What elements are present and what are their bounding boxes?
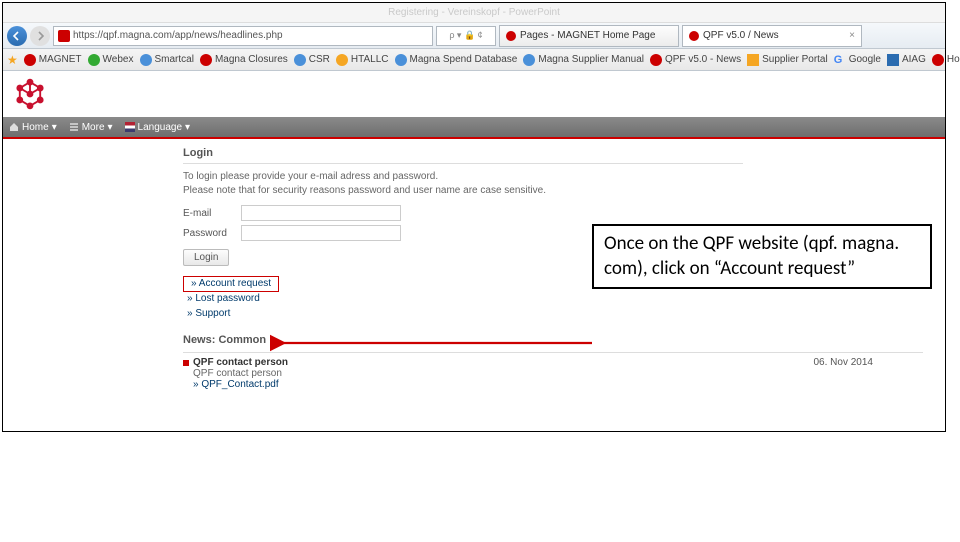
link-account-request[interactable]: Account request bbox=[187, 277, 275, 290]
address-tools[interactable]: ρ ▾ 🔒 ¢ bbox=[436, 26, 496, 46]
chevron-down-icon: ▾ bbox=[185, 122, 190, 133]
chevron-down-icon: ▾ bbox=[108, 122, 113, 133]
email-field[interactable] bbox=[241, 205, 401, 221]
address-bar[interactable]: https://qpf.magna.com/app/news/headlines… bbox=[53, 26, 433, 46]
fav-webex[interactable]: Webex bbox=[88, 54, 134, 66]
tab-label: QPF v5.0 / News bbox=[703, 30, 779, 41]
link-support[interactable]: Support bbox=[183, 307, 343, 320]
ie-icon bbox=[294, 54, 306, 66]
fav-aiag[interactable]: AIAG bbox=[887, 54, 926, 66]
fav-ho[interactable]: Ho bbox=[932, 54, 960, 66]
news-item-link[interactable]: QPF_Contact.pdf bbox=[193, 379, 288, 390]
link-lost-password[interactable]: Lost password bbox=[183, 292, 343, 305]
login-instructions: To login please provide your e-mail adre… bbox=[183, 170, 945, 197]
news-item-heading: QPF contact person bbox=[183, 357, 288, 368]
window-titlebar: Registering - Vereinskopf - PowerPoint bbox=[3, 3, 945, 23]
password-label: Password bbox=[183, 228, 235, 239]
red-ball-icon bbox=[932, 54, 944, 66]
background-app-title: Registering - Vereinskopf - PowerPoint bbox=[388, 7, 560, 18]
fav-spend-db[interactable]: Magna Spend Database bbox=[395, 54, 518, 66]
fav-smartcal[interactable]: Smartcal bbox=[140, 54, 194, 66]
ie-icon bbox=[395, 54, 407, 66]
orange-sq-icon bbox=[747, 54, 759, 66]
tab-magnet-home[interactable]: Pages - MAGNET Home Page bbox=[499, 25, 679, 47]
news-section: News: Common QPF contact person QPF cont… bbox=[183, 334, 883, 390]
instruction-callout: Once on the QPF website (qpf. magna. com… bbox=[592, 224, 932, 289]
flag-icon bbox=[125, 122, 135, 132]
ie-icon bbox=[140, 54, 152, 66]
news-item-sub: QPF contact person bbox=[193, 368, 288, 379]
tab-label: Pages - MAGNET Home Page bbox=[520, 30, 655, 41]
url-text: https://qpf.magna.com/app/news/headlines… bbox=[73, 30, 283, 41]
favorites-bar: ★ MAGNET Webex Smartcal Magna Closures C… bbox=[3, 49, 945, 71]
home-icon bbox=[9, 122, 19, 132]
google-icon: G bbox=[834, 54, 846, 66]
news-heading: News: Common bbox=[183, 334, 266, 346]
red-ball-icon bbox=[200, 54, 212, 66]
fav-htallc[interactable]: HTALLC bbox=[336, 54, 389, 66]
bullet-icon bbox=[183, 360, 189, 366]
email-label: E-mail bbox=[183, 208, 235, 219]
fav-magna-closures[interactable]: Magna Closures bbox=[200, 54, 288, 66]
menu-more[interactable]: More ▾ bbox=[69, 122, 113, 133]
fav-magnet[interactable]: MAGNET bbox=[24, 54, 82, 66]
news-item-date: 06. Nov 2014 bbox=[814, 357, 884, 390]
fav-supplier-manual[interactable]: Magna Supplier Manual bbox=[523, 54, 644, 66]
fav-google[interactable]: GGoogle bbox=[834, 54, 881, 66]
fav-qpf-news[interactable]: QPF v5.0 - News bbox=[650, 54, 741, 66]
fav-csr[interactable]: CSR bbox=[294, 54, 330, 66]
site-icon bbox=[58, 30, 70, 42]
app-menu-bar: Home ▾ More ▾ Language ▾ bbox=[3, 117, 945, 137]
ie-icon bbox=[523, 54, 535, 66]
back-button[interactable] bbox=[7, 26, 27, 46]
red-ball-icon bbox=[650, 54, 662, 66]
forward-button[interactable] bbox=[30, 26, 50, 46]
list-icon bbox=[69, 122, 79, 132]
browser-nav-row: https://qpf.magna.com/app/news/headlines… bbox=[3, 23, 945, 49]
divider bbox=[183, 163, 743, 164]
login-button[interactable]: Login bbox=[183, 249, 229, 266]
magna-logo-icon bbox=[13, 77, 47, 111]
account-request-highlight: Account request bbox=[183, 276, 279, 292]
fav-supplier-portal[interactable]: Supplier Portal bbox=[747, 54, 828, 66]
favorites-star-icon[interactable]: ★ bbox=[7, 53, 18, 67]
red-ball-icon bbox=[24, 54, 36, 66]
divider bbox=[183, 352, 923, 353]
menu-home[interactable]: Home ▾ bbox=[9, 122, 57, 133]
orange-ball-icon bbox=[336, 54, 348, 66]
tab-icon bbox=[506, 31, 516, 41]
close-icon[interactable]: × bbox=[849, 30, 855, 41]
login-heading: Login bbox=[183, 147, 945, 159]
chevron-down-icon: ▾ bbox=[52, 122, 57, 133]
blue-tri-icon bbox=[887, 54, 899, 66]
green-ball-icon bbox=[88, 54, 100, 66]
menu-language[interactable]: Language ▾ bbox=[125, 122, 191, 133]
password-field[interactable] bbox=[241, 225, 401, 241]
tab-qpf-news[interactable]: QPF v5.0 / News × bbox=[682, 25, 862, 47]
logo-area bbox=[3, 71, 945, 117]
tab-icon bbox=[689, 31, 699, 41]
